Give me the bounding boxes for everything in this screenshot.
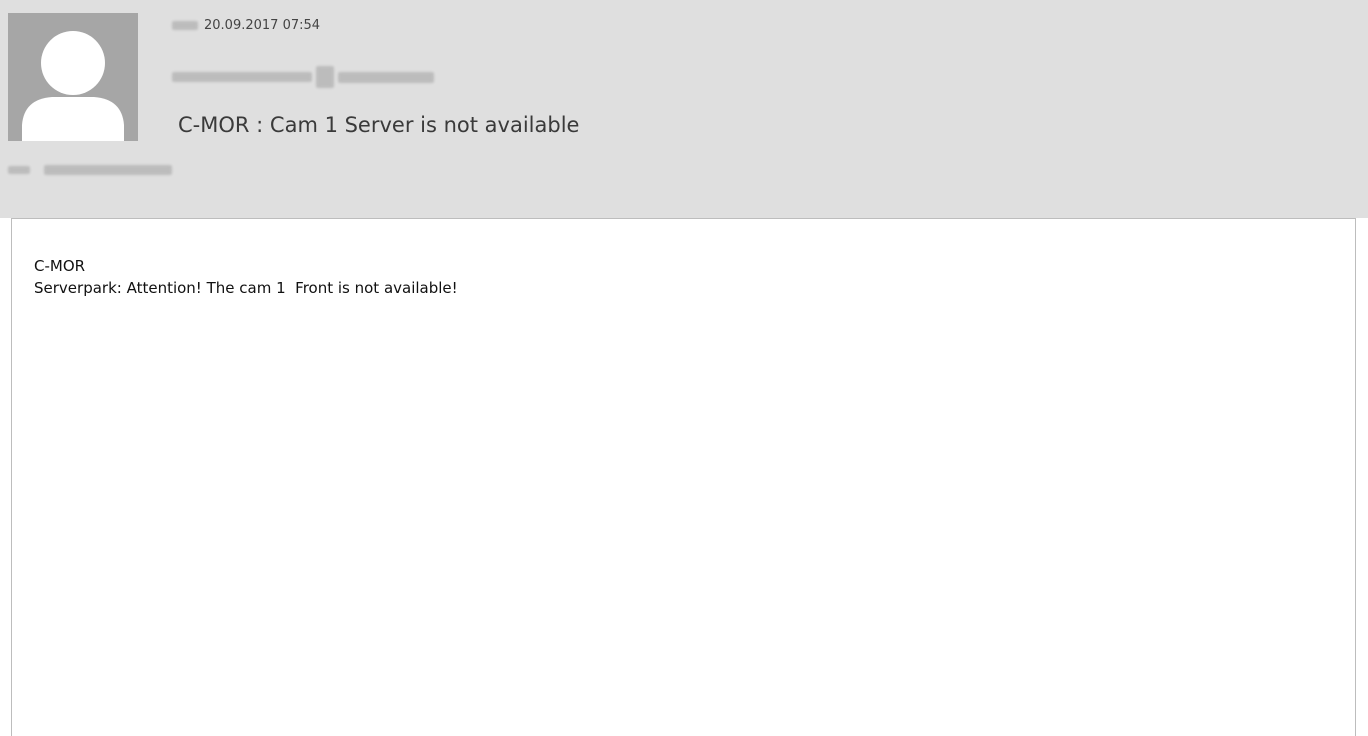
redacted-recipient-label [8,166,30,174]
person-placeholder-icon [22,31,124,141]
message-body-text: C-MOR Serverpark: Attention! The cam 1 F… [34,255,458,299]
message-subject: C-MOR : Cam 1 Server is not available [178,113,580,137]
message-header: 20.09.2017 07:54 C-MOR : Cam 1 Server is… [0,0,1368,218]
message-body[interactable]: C-MOR Serverpark: Attention! The cam 1 F… [11,218,1356,736]
sender-address[interactable] [172,66,434,88]
body-line: Serverpark: Attention! The cam 1 Front i… [34,279,458,297]
body-line: C-MOR [34,257,86,275]
recipient-line [8,165,172,175]
message-date: 20.09.2017 07:54 [204,17,321,33]
redacted-recipient [44,165,172,175]
redacted-sender [338,71,434,83]
sender-avatar[interactable] [8,13,138,141]
redacted-weekday [172,20,198,30]
date-line: 20.09.2017 07:54 [172,16,320,34]
email-reading-pane: 20.09.2017 07:54 C-MOR : Cam 1 Server is… [0,0,1368,736]
redacted-sender [316,66,334,88]
redacted-sender [172,72,312,82]
